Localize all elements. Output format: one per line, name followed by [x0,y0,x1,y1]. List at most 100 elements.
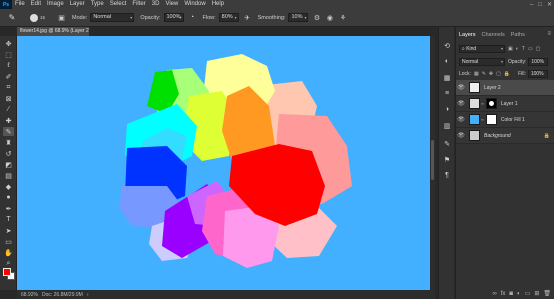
clone-source-icon[interactable]: ⚑ [442,155,452,164]
adjustments-icon[interactable]: ◑ [442,105,452,114]
filter-type-icon[interactable]: T [522,46,525,52]
brush-preset-picker[interactable] [30,13,38,22]
filter-kind-select[interactable]: ⌕ Kind ▾ [459,44,505,53]
menu-image[interactable]: Image [44,0,67,9]
mode-select[interactable]: Normal ▾ [90,13,135,22]
close-button[interactable]: ✕ [547,1,552,8]
history-brush-tool-icon[interactable]: ↺ [3,149,14,158]
properties-icon[interactable]: ≡ [442,89,452,98]
libraries-icon[interactable]: ▥ [442,121,452,130]
lock-position-icon[interactable]: ✥ [489,71,493,77]
menu-help[interactable]: Help [209,0,227,9]
blur-tool-icon[interactable]: ◆ [3,182,14,191]
pressure-size-icon[interactable]: ◉ [325,13,334,22]
layer-mask-thumbnail[interactable] [485,98,497,109]
group-icon[interactable]: ▭ [525,290,531,297]
menu-edit[interactable]: Edit [28,0,44,9]
opacity-field[interactable]: 100% ▾ [163,13,184,22]
menu-view[interactable]: View [162,0,181,9]
maximize-button[interactable]: □ [538,2,542,8]
hand-tool-icon[interactable]: ✋ [3,248,14,257]
lock-transparent-icon[interactable]: ▦ [474,71,479,77]
eraser-tool-icon[interactable]: ◩ [3,160,14,169]
eye-icon[interactable]: 👁 [456,132,466,139]
gradient-tool-icon[interactable]: ▤ [3,171,14,180]
eye-icon[interactable]: 👁 [456,100,466,107]
pen-tool-icon[interactable]: ✒ [3,204,14,213]
menu-file[interactable]: File [12,0,28,9]
menu-filter[interactable]: Filter [129,0,148,9]
frame-tool-icon[interactable]: ⊠ [3,94,14,103]
eyedropper-tool-icon[interactable]: ⁄ [3,105,14,114]
layer-name[interactable]: Color Fill 1 [501,117,525,123]
history-icon[interactable]: ⟲ [442,41,452,50]
smoothing-field[interactable]: 10% ▾ [288,13,309,22]
brush-tool-preset-icon[interactable]: ✎ [6,12,18,24]
menu-window[interactable]: Window [181,0,208,9]
document-tab[interactable]: flower14.jpg @ 68.9% (Layer 2, RGB/8) * [17,27,112,36]
layer-mask-thumbnail[interactable] [485,114,497,125]
layer-row-color-fill-1[interactable]: 👁 ∞ Color Fill 1 [456,112,554,128]
layer-name[interactable]: Background [484,133,511,139]
brushes-icon[interactable]: ✎ [442,139,452,148]
path-select-tool-icon[interactable]: ➤ [3,226,14,235]
canvas-area[interactable] [17,36,435,290]
artwork-canvas[interactable] [17,36,435,290]
layer-row-layer-2[interactable]: 👁 Layer 2 [456,80,554,96]
eye-icon[interactable]: 👁 [456,116,466,123]
gear-icon[interactable]: ⚙ [312,13,321,22]
layer-name[interactable]: Layer 2 [484,85,501,91]
swatches-icon[interactable]: ▦ [442,73,452,82]
quick-select-tool-icon[interactable]: ✐ [3,72,14,81]
lock-pixels-icon[interactable]: ✎ [482,71,486,77]
crop-tool-icon[interactable]: ⌗ [3,83,14,92]
clone-stamp-tool-icon[interactable]: ♜ [3,138,14,147]
marquee-tool-icon[interactable]: ⬚ [3,50,14,59]
trash-icon[interactable]: 🗑 [543,290,551,297]
brush-tool-icon[interactable]: ✎ [3,127,14,136]
symmetry-icon[interactable]: ⚘ [338,13,347,22]
tab-channels[interactable]: Channels [479,31,508,40]
status-arrow-icon[interactable]: › [87,292,89,298]
menu-type[interactable]: Type [88,0,107,9]
brush-panel-icon[interactable]: ▣ [57,13,66,22]
layer-name[interactable]: Layer 1 [501,101,518,107]
minimize-button[interactable]: – [530,2,533,8]
fill-field[interactable]: 100% [527,69,548,78]
tab-paths[interactable]: Paths [508,31,528,40]
airbrush-icon[interactable]: ✈ [243,13,252,22]
filter-adjust-icon[interactable]: ◐ [516,46,519,52]
pressure-opacity-icon[interactable]: ◔ [188,13,197,22]
filter-smart-icon[interactable]: ▢ [536,46,541,52]
link-layers-icon[interactable]: ∞ [492,291,496,297]
canvas-scroll-thumb[interactable] [431,140,434,180]
lock-all-icon[interactable]: 🔒 [504,71,510,77]
move-tool-icon[interactable]: ✥ [3,39,14,48]
shape-tool-icon[interactable]: ▭ [3,237,14,246]
blend-mode-select[interactable]: Normal ▾ [459,57,505,66]
tab-layers[interactable]: Layers [456,31,479,40]
paragraph-icon[interactable]: ¶ [442,171,452,180]
dodge-tool-icon[interactable]: ● [3,193,14,202]
menu-layer[interactable]: Layer [67,0,88,9]
lock-artboard-icon[interactable]: ▢ [496,71,501,77]
layer-row-layer-1[interactable]: 👁 ∞ Layer 1 [456,96,554,112]
menu-3d[interactable]: 3D [149,0,163,9]
zoom-tool-icon[interactable]: ⌕ [3,259,14,268]
fx-icon[interactable]: fx [501,291,506,297]
layer-opacity-field[interactable]: 100% [528,57,549,66]
color-icon[interactable]: ◐ [442,57,452,66]
foreground-color-swatch[interactable] [3,268,11,276]
add-mask-icon[interactable]: ◙ [509,291,513,297]
filter-pixel-icon[interactable]: ▣ [508,46,513,52]
fill-color-thumbnail[interactable] [469,114,480,125]
adjustment-layer-icon[interactable]: ◐ [517,291,521,297]
layer-row-background[interactable]: 👁 Background 🔒 [456,128,554,144]
new-layer-icon[interactable]: ⊞ [534,290,539,297]
eye-icon[interactable]: 👁 [456,84,466,91]
status-zoom[interactable]: 68.92% [21,292,38,298]
healing-brush-tool-icon[interactable]: ✚ [3,116,14,125]
panel-menu-icon[interactable]: ≡ [547,31,551,37]
type-tool-icon[interactable]: T [3,215,14,224]
menu-select[interactable]: Select [107,0,130,9]
